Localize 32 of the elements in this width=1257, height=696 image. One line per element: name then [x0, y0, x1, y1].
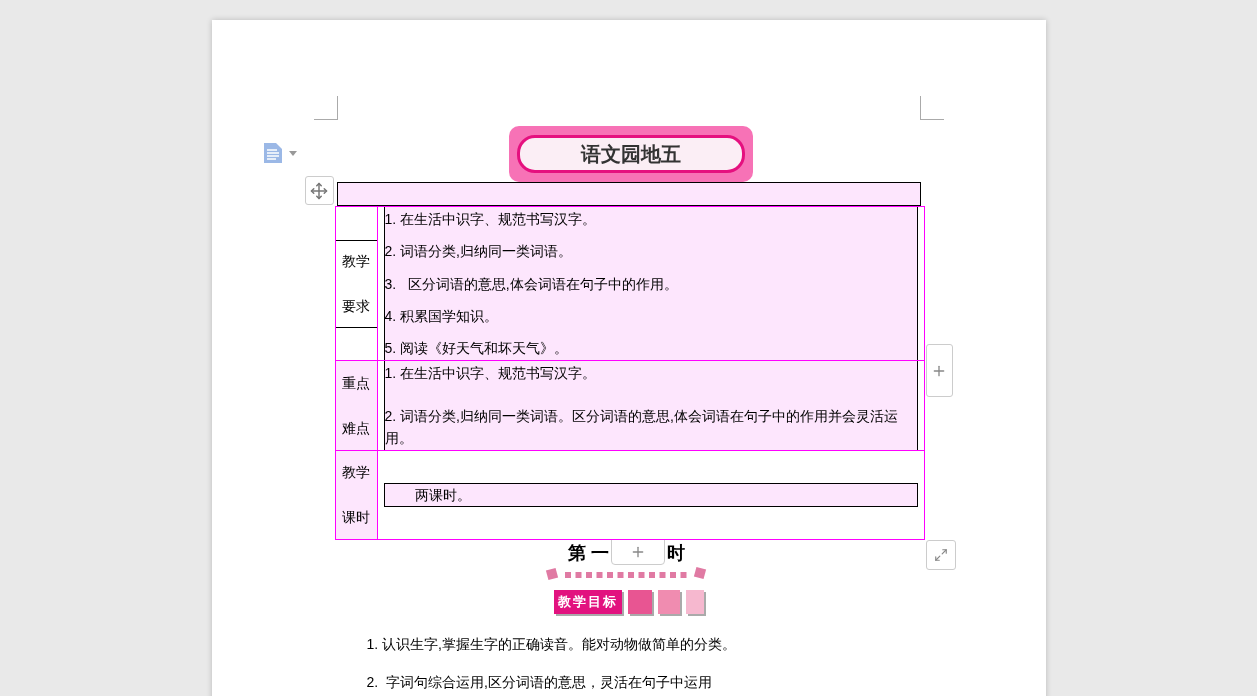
dotted-ribbon-icon — [544, 566, 709, 582]
decorative-square — [627, 590, 652, 614]
list-item: 2. 词语分类,归纳同一类词语。 — [384, 242, 573, 262]
decorative-square — [657, 590, 680, 614]
add-column-button[interactable] — [925, 344, 953, 397]
move-handle-icon[interactable] — [304, 176, 334, 205]
objective-item: 2. 字词句综合运用,区分词语的意思，灵活在句子中运用 — [366, 673, 713, 692]
row-label: 教学 — [342, 251, 370, 271]
list-item: 1. 在生活中识字、规范书写汉字。 — [384, 364, 598, 383]
corner-mark-icon — [919, 96, 944, 120]
list-item: 2. 词语分类,归纳同一类词语。区分词语的意思,体会词语在句子中的作用并会灵活运用。 — [384, 407, 899, 448]
lesson-heading: 时 — [667, 541, 685, 565]
row-label: 课时 — [342, 508, 370, 527]
list-item: 5. 阅读《好天气和坏天气》。 — [384, 339, 570, 358]
resize-handle-icon[interactable] — [925, 540, 956, 570]
plus-icon — [630, 544, 646, 560]
row-label: 难点 — [342, 418, 370, 438]
list-item: 1. 在生活中识字、规范书写汉字。 — [384, 210, 598, 229]
lesson-heading: 第 一 — [568, 541, 609, 565]
list-item: 4. 积累国学知识。 — [384, 306, 500, 326]
banner-title: 语文园地五 — [580, 142, 681, 167]
row-label: 教学 — [342, 463, 370, 482]
text-box: 两课时。 — [383, 483, 918, 507]
row-label: 要求 — [342, 296, 370, 316]
decorative-square — [685, 590, 704, 614]
document-icon[interactable] — [262, 142, 297, 164]
objective-item: 1. 认识生字,掌握生字的正确读音。能对动物做简单的分类。 — [366, 635, 737, 654]
list-item: 3. 区分词语的意思,体会词语在句子中的作用。 — [384, 274, 679, 294]
corner-mark-icon — [313, 96, 338, 120]
section-badge: 教学目标 — [553, 590, 622, 614]
row-label: 重点 — [342, 373, 370, 393]
add-row-button[interactable] — [611, 539, 665, 565]
